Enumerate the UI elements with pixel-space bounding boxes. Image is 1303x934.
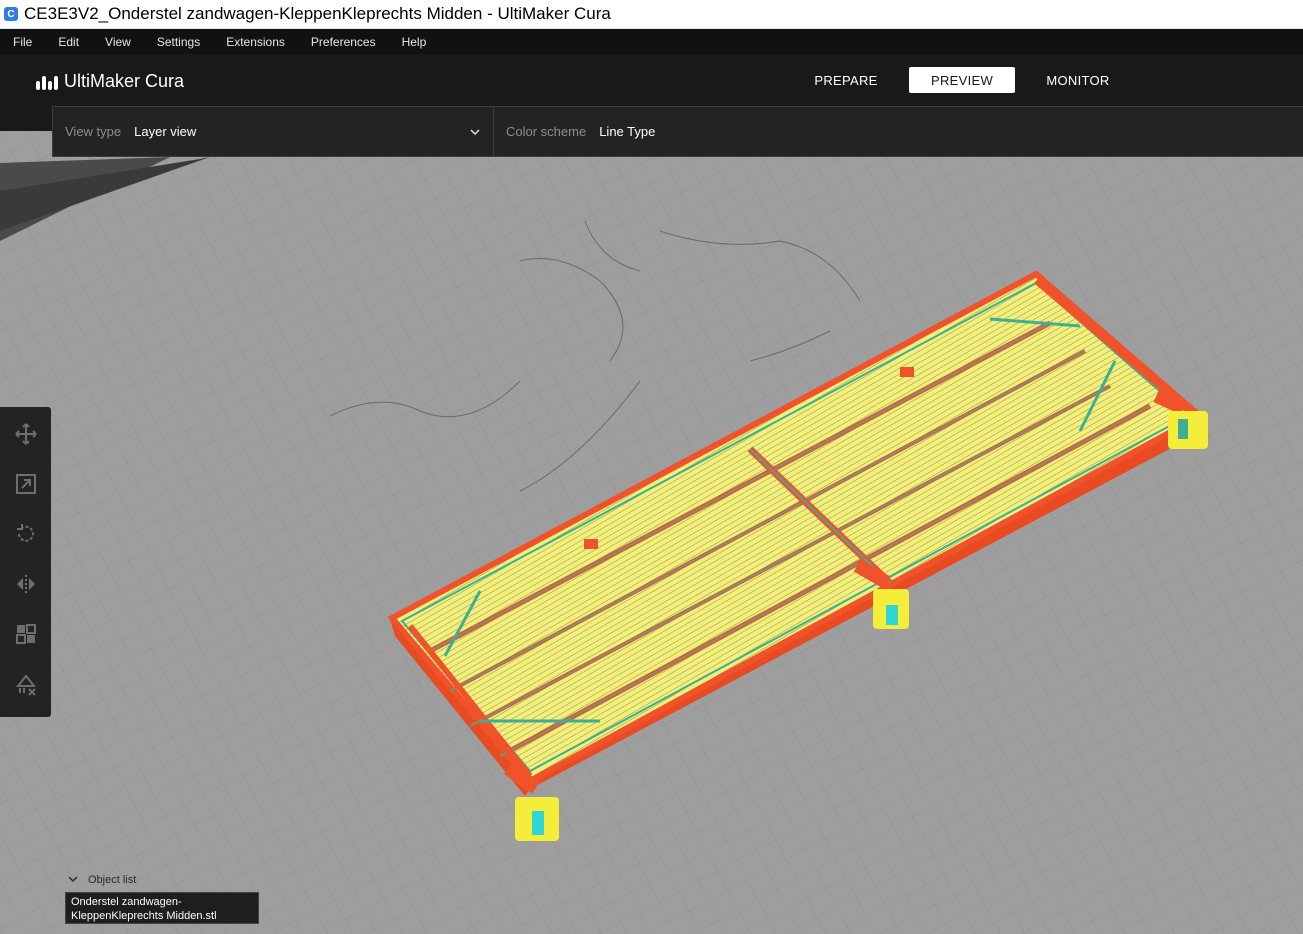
object-list-title: Object list <box>88 874 137 886</box>
menu-view[interactable]: View <box>105 35 131 49</box>
color-scheme-value: Line Type <box>599 124 656 139</box>
support-blocker-button[interactable] <box>8 667 44 701</box>
per-model-settings-icon <box>15 624 36 644</box>
tool-panel <box>0 407 51 717</box>
ultimaker-logo: UltiMaker Cura <box>36 71 184 92</box>
support-blocker-icon <box>15 674 36 696</box>
scale-icon <box>15 474 36 494</box>
menu-file[interactable]: File <box>13 35 32 49</box>
stage-tabs: PREPARE PREVIEW MONITOR <box>793 67 1141 93</box>
mirror-tool-button[interactable] <box>8 567 44 601</box>
cura-app-icon: C <box>4 7 18 21</box>
rotate-tool-button[interactable] <box>8 517 44 551</box>
chevron-down-icon <box>68 874 78 886</box>
rotate-icon <box>16 524 34 542</box>
move-icon <box>14 423 37 445</box>
view-type-value: Layer view <box>134 124 197 139</box>
view-options-bar: View type Layer view Color scheme Line T… <box>52 106 1303 157</box>
object-list: Object list Onderstel zandwagen-KleppenK… <box>65 874 259 924</box>
color-scheme-label: Color scheme <box>506 124 587 139</box>
view-type-label: View type <box>65 124 122 139</box>
menu-extensions[interactable]: Extensions <box>226 35 285 49</box>
build-plate-scene <box>0 131 1303 934</box>
scale-tool-button[interactable] <box>8 467 44 501</box>
ultimaker-logo-icon <box>36 74 58 90</box>
tab-preview[interactable]: PREVIEW <box>909 67 1015 93</box>
view-type-dropdown[interactable]: View type Layer view <box>53 107 494 156</box>
menu-preferences[interactable]: Preferences <box>311 35 376 49</box>
object-list-toggle[interactable]: Object list <box>65 874 259 886</box>
chevron-down-icon <box>469 125 481 143</box>
move-tool-button[interactable] <box>8 417 44 451</box>
menu-help[interactable]: Help <box>402 35 427 49</box>
object-list-item[interactable]: Onderstel zandwagen-KleppenKleprechts Mi… <box>65 892 259 924</box>
window-title-bar: C CE3E3V2_Onderstel zandwagen-KleppenKle… <box>0 0 1303 29</box>
tab-prepare[interactable]: PREPARE <box>793 67 899 93</box>
mirror-icon <box>16 575 35 593</box>
window-title: CE3E3V2_Onderstel zandwagen-KleppenKlepr… <box>24 4 611 23</box>
menu-settings[interactable]: Settings <box>157 35 200 49</box>
per-model-settings-button[interactable] <box>8 617 44 651</box>
tab-monitor[interactable]: MONITOR <box>1025 67 1131 93</box>
logo-text: UltiMaker Cura <box>64 71 185 91</box>
menu-bar: File Edit View Settings Extensions Prefe… <box>0 29 1303 54</box>
color-scheme-selector[interactable]: Color scheme Line Type <box>494 107 655 156</box>
3d-viewport[interactable] <box>0 131 1303 934</box>
menu-edit[interactable]: Edit <box>58 35 79 49</box>
